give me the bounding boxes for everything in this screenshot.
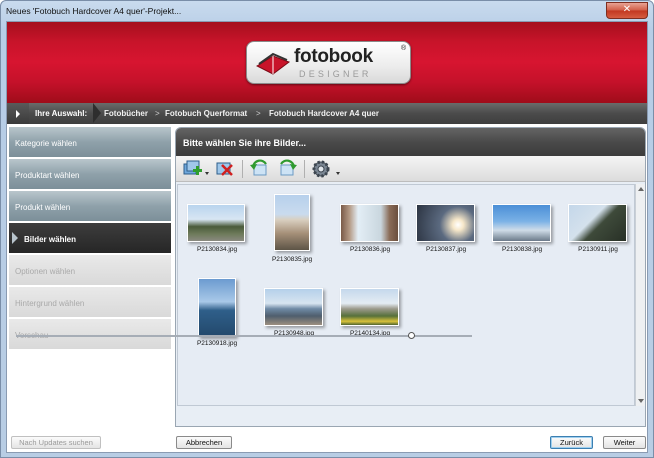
- thumbnail-filename: P2130838.jpg: [501, 246, 543, 253]
- rotate-right-button[interactable]: [276, 159, 298, 179]
- panel-title: Bitte wählen Sie ihre Bilder...: [183, 138, 307, 148]
- image-selection-panel: Bitte wählen Sie ihre Bilder... P2130834…: [175, 127, 646, 427]
- rotate-left-icon: [250, 159, 267, 176]
- cancel-button[interactable]: Abbrechen: [176, 436, 232, 449]
- breadcrumb-item-fotobuecher[interactable]: Fotobücher: [104, 109, 148, 118]
- app-window: Neues 'Fotobuch Hardcover A4 quer'-Proje…: [0, 0, 654, 458]
- photo-preview: [340, 288, 399, 326]
- thumbnail-filename: P2130836.jpg: [349, 246, 391, 253]
- check-updates-button[interactable]: Nach Updates suchen: [11, 436, 101, 449]
- photo-preview: [198, 278, 236, 337]
- rotate-left-button[interactable]: [249, 159, 271, 179]
- settings-gear-icon: [312, 160, 330, 178]
- photo-preview: [568, 204, 627, 242]
- add-images-button[interactable]: [182, 159, 204, 179]
- step-optionen: Optionen wählen: [9, 255, 171, 286]
- title-bar[interactable]: Neues 'Fotobuch Hardcover A4 quer'-Proje…: [1, 1, 653, 21]
- thumbnail-size-slider[interactable]: [16, 335, 472, 337]
- breadcrumb-item-querformat[interactable]: Fotobuch Querformat: [165, 109, 247, 118]
- header-banner: fotobook ® DESIGNER: [7, 22, 647, 103]
- client-area: fotobook ® DESIGNER Ihre Auswahl: Fotobü…: [6, 21, 648, 453]
- step-kategorie[interactable]: Kategorie wählen: [9, 127, 171, 158]
- scroll-down-arrow-icon[interactable]: [638, 399, 644, 403]
- settings-dropdown-arrow-icon[interactable]: [336, 172, 340, 175]
- add-dropdown-arrow-icon[interactable]: [205, 172, 209, 175]
- fotobook-logo: fotobook ® DESIGNER: [246, 41, 411, 84]
- breadcrumb-item-hardcover[interactable]: Fotobuch Hardcover A4 quer: [269, 109, 379, 118]
- logo-subtitle: DESIGNER: [299, 69, 372, 79]
- breadcrumb-separator: >: [155, 109, 160, 118]
- breadcrumb: Ihre Auswahl: Fotobücher > Fotobuch Quer…: [7, 103, 647, 124]
- logo-registered: ®: [401, 45, 407, 52]
- settings-button[interactable]: [311, 159, 333, 179]
- step-bilder[interactable]: Bilder wählen: [9, 223, 171, 254]
- photo-preview: [274, 194, 310, 251]
- photo-preview: [187, 204, 245, 242]
- step-label: Kategorie wählen: [15, 139, 77, 148]
- scroll-up-arrow-icon[interactable]: [638, 187, 644, 191]
- thumbnail-filename: P2130835.jpg: [271, 256, 313, 263]
- breadcrumb-separator: >: [256, 109, 261, 118]
- photo-preview: [492, 204, 551, 242]
- vertical-scrollbar[interactable]: [635, 184, 645, 406]
- step-hintergrund: Hintergrund wählen: [9, 287, 171, 318]
- add-images-icon: [183, 160, 202, 175]
- play-arrow-icon: [16, 110, 20, 118]
- step-produktart[interactable]: Produktart wählen: [9, 159, 171, 190]
- active-step-arrow-icon: [12, 232, 18, 244]
- panel-header: Bitte wählen Sie ihre Bilder...: [176, 128, 645, 156]
- photo-preview: [264, 288, 323, 326]
- photo-preview: [340, 204, 399, 242]
- back-button[interactable]: Zurück: [550, 436, 593, 449]
- breadcrumb-divider: [93, 103, 101, 123]
- step-produkt[interactable]: Produkt wählen: [9, 191, 171, 222]
- thumbnail-filename: P2130911.jpg: [578, 246, 618, 253]
- slider-handle[interactable]: [408, 332, 415, 339]
- thumbnail-filename: P2130918.jpg: [196, 340, 238, 347]
- rotate-right-icon: [280, 159, 297, 176]
- toolbar-divider: [304, 160, 305, 178]
- step-label: Bilder wählen: [24, 235, 77, 244]
- book-logo-icon: [255, 52, 291, 75]
- step-label: Produkt wählen: [15, 203, 71, 212]
- step-label: Hintergrund wählen: [15, 299, 85, 308]
- photo-preview: [416, 204, 475, 242]
- close-button[interactable]: ✕: [606, 2, 648, 19]
- remove-images-icon: [216, 162, 233, 176]
- toolbar-divider: [242, 160, 243, 178]
- logo-wordmark: fotobook: [294, 46, 373, 67]
- close-icon: ✕: [622, 4, 632, 15]
- breadcrumb-toggle[interactable]: [7, 103, 29, 124]
- thumbnail-filename: P2130834.jpg: [196, 246, 238, 253]
- image-toolbar: [176, 156, 645, 182]
- remove-images-button[interactable]: [214, 159, 236, 179]
- window-title: Neues 'Fotobuch Hardcover A4 quer'-Proje…: [6, 6, 182, 16]
- step-label: Optionen wählen: [15, 267, 76, 276]
- next-button[interactable]: Weiter: [603, 436, 646, 449]
- breadcrumb-label: Ihre Auswahl:: [35, 109, 88, 118]
- thumbnail-filename: P2130837.jpg: [425, 246, 467, 253]
- thumbnail-grid: P2130834.jpg P2130835.jpg P2130836.jpg P…: [177, 184, 635, 406]
- step-label: Produktart wählen: [15, 171, 80, 180]
